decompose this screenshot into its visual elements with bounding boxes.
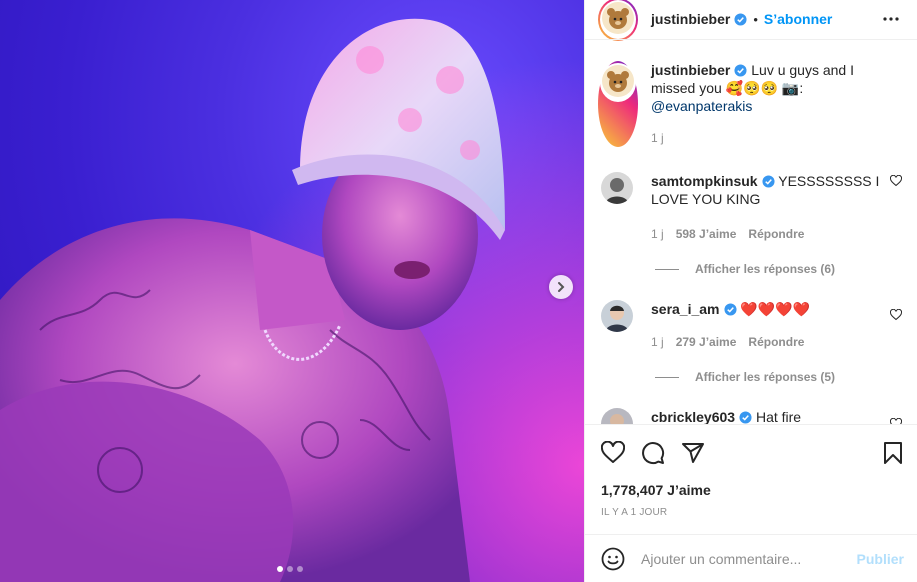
next-image-button[interactable]: [549, 275, 573, 299]
comment-input[interactable]: [641, 550, 841, 567]
comment-username[interactable]: sera_i_am: [651, 301, 720, 317]
post-header: justinbieber • S’abonner: [585, 0, 917, 41]
comment-item: cbrickley603 Hat fire: [601, 408, 906, 424]
emoji-icon[interactable]: [601, 547, 625, 571]
commenter-avatar[interactable]: [601, 172, 633, 204]
comment-meta: 1 j 598 J’aime Répondre: [651, 227, 804, 241]
next-arrow-icon: [558, 282, 565, 292]
carousel-dot: [277, 566, 283, 572]
caption-time[interactable]: 1 j: [651, 129, 891, 147]
comment-time[interactable]: 1 j: [651, 227, 664, 241]
comment-item: samtompkinsuk YESSSSSSSS I LOVE YOU KING: [601, 172, 906, 208]
bookmark-icon[interactable]: [882, 441, 904, 465]
comments-list[interactable]: justinbieber Luv u guys and I missed you…: [585, 39, 917, 424]
comment-username[interactable]: cbrickley603: [651, 409, 735, 424]
header-separator: •: [753, 11, 758, 27]
commenter-avatar[interactable]: [601, 300, 633, 332]
share-icon[interactable]: [681, 441, 705, 465]
comment-body: sera_i_am ❤️❤️❤️❤️: [651, 300, 891, 332]
comment-likes[interactable]: 598 J’aime: [676, 227, 737, 241]
post-media[interactable]: [0, 0, 584, 582]
comment-body: samtompkinsuk YESSSSSSSS I LOVE YOU KING: [651, 172, 891, 208]
post-side-panel: justinbieber • S’abonner justinbieber Lu…: [584, 0, 917, 582]
action-icons-row: [601, 441, 705, 465]
view-replies-label: Afficher les réponses (5): [695, 370, 836, 384]
heart-outline-icon[interactable]: [601, 441, 625, 465]
comment-meta: 1 j 279 J’aime Répondre: [651, 335, 804, 349]
carousel-dot: [297, 566, 303, 572]
comment-text: Hat fire: [755, 409, 802, 424]
comment-text: ❤️❤️❤️❤️: [740, 301, 811, 317]
replies-divider-line: [655, 268, 679, 270]
caption-text-block: justinbieber Luv u guys and I missed you…: [651, 61, 891, 147]
comment-username[interactable]: samtompkinsuk: [651, 173, 758, 189]
publish-button[interactable]: Publier: [857, 551, 904, 567]
post-time-ago[interactable]: IL Y A 1 JOUR: [601, 507, 667, 518]
commenter-avatar[interactable]: [601, 408, 633, 424]
post-actions: 1,778,407 J’aime IL Y A 1 JOUR: [585, 424, 917, 532]
author-avatar: [602, 1, 634, 34]
verified-badge-icon: [723, 303, 737, 316]
caption-username[interactable]: justinbieber: [651, 62, 730, 78]
comment-like-heart-icon[interactable]: [890, 309, 902, 321]
view-replies-button[interactable]: Afficher les réponses (6): [655, 262, 835, 276]
comment-like-heart-icon[interactable]: [890, 175, 902, 187]
post-caption: justinbieber Luv u guys and I missed you…: [598, 61, 891, 147]
view-replies-label: Afficher les réponses (6): [695, 262, 836, 276]
verified-badge-icon: [762, 175, 775, 188]
likes-count[interactable]: 1,778,407 J’aime: [601, 482, 711, 498]
verified-badge-icon: [739, 411, 752, 424]
view-replies-button[interactable]: Afficher les réponses (5): [655, 370, 835, 384]
comment-time[interactable]: 1 j: [651, 335, 664, 349]
verified-badge-icon: [734, 64, 747, 77]
comment-icon[interactable]: [641, 441, 665, 465]
replies-divider-line: [655, 376, 679, 378]
verified-badge-icon: [734, 12, 747, 26]
caption-avatar-ring[interactable]: [598, 61, 638, 147]
add-comment-bar: Publier: [585, 534, 917, 582]
carousel-dot: [287, 566, 293, 572]
follow-button[interactable]: S’abonner: [764, 11, 832, 27]
comment-likes[interactable]: 279 J’aime: [676, 335, 737, 349]
comment-body: cbrickley603 Hat fire: [651, 408, 891, 424]
instagram-post: justinbieber • S’abonner justinbieber Lu…: [0, 0, 917, 582]
author-avatar-ring[interactable]: [598, 0, 638, 41]
carousel-indicator: [277, 566, 303, 572]
caption-mention-link[interactable]: @evanpaterakis: [651, 98, 752, 114]
reply-button[interactable]: Répondre: [748, 227, 804, 241]
caption-avatar: [602, 65, 634, 97]
more-options-icon[interactable]: [882, 10, 900, 28]
post-photo: [0, 0, 584, 582]
author-username[interactable]: justinbieber: [651, 11, 730, 27]
comment-item: sera_i_am ❤️❤️❤️❤️: [601, 300, 906, 332]
reply-button[interactable]: Répondre: [748, 335, 804, 349]
